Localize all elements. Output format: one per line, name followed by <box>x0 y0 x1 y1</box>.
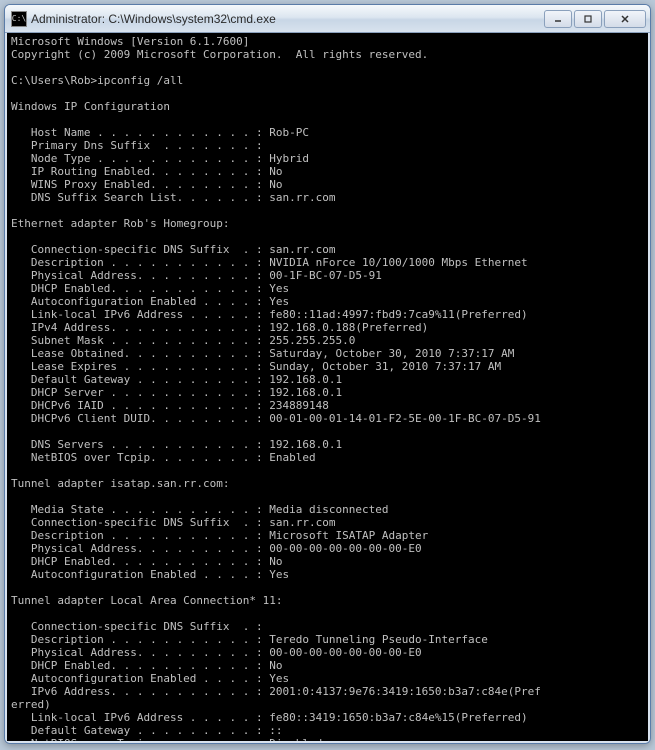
a3-autoconf: Autoconfiguration Enabled . . . . : Yes <box>11 672 646 685</box>
a3-ll6: Link-local IPv6 Address . . . . . : fe80… <box>11 711 646 724</box>
a1-gateway: Default Gateway . . . . . . . . . : 192.… <box>11 373 646 386</box>
ipconfig-title: Windows IP Configuration <box>11 100 646 113</box>
host-name-row: Host Name . . . . . . . . . . . . : Rob-… <box>11 126 646 139</box>
window-controls <box>542 10 646 28</box>
primary-dns-row: Primary Dns Suffix . . . . . . . : <box>11 139 646 152</box>
a1-dhcp-srv: DHCP Server . . . . . . . . . . . : 192.… <box>11 386 646 399</box>
a2-conn-dns: Connection-specific DNS Suffix . : san.r… <box>11 516 646 529</box>
cmd-window: C:\ Administrator: C:\Windows\system32\c… <box>4 4 651 744</box>
a1-dns-srv: DNS Servers . . . . . . . . . . . : 192.… <box>11 438 646 451</box>
a2-autoconf: Autoconfiguration Enabled . . . . : Yes <box>11 568 646 581</box>
a1-lease-ex: Lease Expires . . . . . . . . . . : Sund… <box>11 360 646 373</box>
window-title: Administrator: C:\Windows\system32\cmd.e… <box>31 12 542 26</box>
close-button[interactable] <box>604 10 646 28</box>
ip-routing-row: IP Routing Enabled. . . . . . . . : No <box>11 165 646 178</box>
terminal-output[interactable]: Microsoft Windows [Version 6.1.7600]Copy… <box>5 33 650 743</box>
minimize-button[interactable] <box>544 10 572 28</box>
a2-desc: Description . . . . . . . . . . . : Micr… <box>11 529 646 542</box>
a1-desc: Description . . . . . . . . . . . : NVID… <box>11 256 646 269</box>
a3-ipv6: IPv6 Address. . . . . . . . . . . : 2001… <box>11 685 646 698</box>
copyright-line: Copyright (c) 2009 Microsoft Corporation… <box>11 48 646 61</box>
a1-autoconf: Autoconfiguration Enabled . . . . : Yes <box>11 295 646 308</box>
a1-iaid: DHCPv6 IAID . . . . . . . . . . . : 2348… <box>11 399 646 412</box>
dns-suffix-list-row: DNS Suffix Search List. . . . . . : san.… <box>11 191 646 204</box>
prompt-command: C:\Users\Rob>ipconfig /all <box>11 74 646 87</box>
adapter1-title: Ethernet adapter Rob's Homegroup: <box>11 217 646 230</box>
a2-phys: Physical Address. . . . . . . . . : 00-0… <box>11 542 646 555</box>
a1-conn-dns: Connection-specific DNS Suffix . : san.r… <box>11 243 646 256</box>
a3-conn-dns: Connection-specific DNS Suffix . : <box>11 620 646 633</box>
adapter2-title: Tunnel adapter isatap.san.rr.com: <box>11 477 646 490</box>
a1-duid: DHCPv6 Client DUID. . . . . . . . : 00-0… <box>11 412 646 425</box>
a2-media: Media State . . . . . . . . . . . : Medi… <box>11 503 646 516</box>
a1-ipv4: IPv4 Address. . . . . . . . . . . : 192.… <box>11 321 646 334</box>
a3-desc: Description . . . . . . . . . . . : Tere… <box>11 633 646 646</box>
version-line: Microsoft Windows [Version 6.1.7600] <box>11 35 646 48</box>
a1-lease-ob: Lease Obtained. . . . . . . . . . : Satu… <box>11 347 646 360</box>
a3-gateway: Default Gateway . . . . . . . . . : :: <box>11 724 646 737</box>
a3-dhcp-en: DHCP Enabled. . . . . . . . . . . : No <box>11 659 646 672</box>
wins-proxy-row: WINS Proxy Enabled. . . . . . . . : No <box>11 178 646 191</box>
a1-dhcp-en: DHCP Enabled. . . . . . . . . . . : Yes <box>11 282 646 295</box>
a1-mask: Subnet Mask . . . . . . . . . . . : 255.… <box>11 334 646 347</box>
maximize-button[interactable] <box>574 10 602 28</box>
a1-netbios: NetBIOS over Tcpip. . . . . . . . : Enab… <box>11 451 646 464</box>
a3-ipv6-wrap: erred) <box>11 698 646 711</box>
a1-phys: Physical Address. . . . . . . . . : 00-1… <box>11 269 646 282</box>
a3-phys: Physical Address. . . . . . . . . : 00-0… <box>11 646 646 659</box>
a2-dhcp-en: DHCP Enabled. . . . . . . . . . . : No <box>11 555 646 568</box>
titlebar[interactable]: C:\ Administrator: C:\Windows\system32\c… <box>5 5 650 33</box>
a3-netbios: NetBIOS over Tcpip. . . . . . . . : Disa… <box>11 737 646 743</box>
cmd-icon: C:\ <box>11 11 27 27</box>
adapter3-title: Tunnel adapter Local Area Connection* 11… <box>11 594 646 607</box>
node-type-row: Node Type . . . . . . . . . . . . : Hybr… <box>11 152 646 165</box>
a1-ll6: Link-local IPv6 Address . . . . . : fe80… <box>11 308 646 321</box>
